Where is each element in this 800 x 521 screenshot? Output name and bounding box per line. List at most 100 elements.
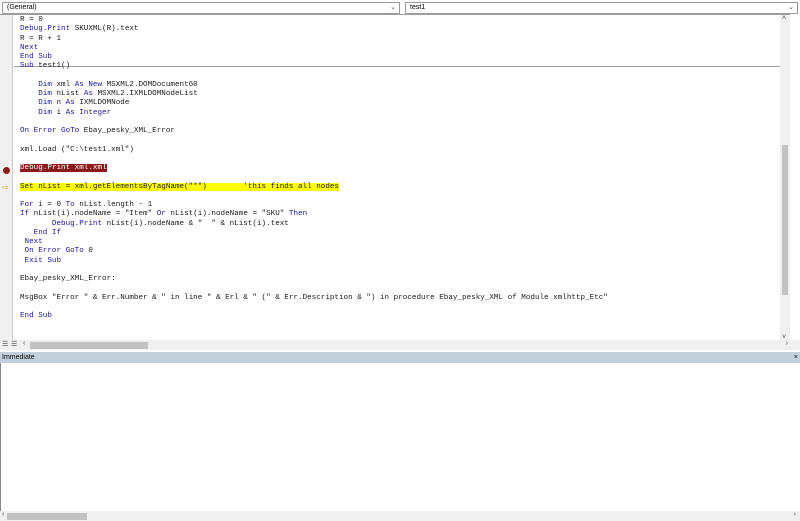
code-line[interactable]: If nList(i).nodeName = "Item" Or nList(i… — [20, 210, 608, 219]
code-token: xml — [51, 80, 75, 89]
scroll-thumb[interactable] — [7, 513, 87, 520]
code-line[interactable]: Dim n As IXMLDOMNode — [20, 99, 608, 108]
chevron-down-icon[interactable]: ⌄ — [788, 3, 794, 13]
code-line[interactable]: End Sub — [20, 53, 608, 62]
keyword-token: End Sub — [20, 53, 52, 61]
code-token: Debug.Print xml.xml — [20, 164, 107, 172]
keyword-token: Or — [156, 210, 166, 219]
keyword-token: Next — [20, 238, 43, 246]
keyword-token: As Integer — [65, 108, 112, 117]
keyword-token: End Sub — [20, 312, 52, 320]
code-token: test1() — [33, 62, 71, 71]
code-line[interactable] — [20, 266, 608, 275]
procedure-combo[interactable]: test1 ⌄ — [405, 2, 798, 14]
object-combo[interactable]: (General) ⌄ — [2, 2, 400, 14]
code-line[interactable]: On Error GoTo Ebay_pesky_XML_Error — [20, 127, 608, 136]
execution-arrow-icon: ⇨ — [2, 183, 9, 192]
vertical-scrollbar[interactable]: ˄ ˅ — [780, 15, 790, 341]
immediate-horizontal-scrollbar[interactable]: ‹ › — [0, 511, 800, 521]
code-line[interactable]: End If — [20, 229, 608, 238]
code-line[interactable]: Sub test1() — [20, 62, 608, 71]
keyword-token: Debug.Print — [20, 25, 71, 34]
code-window[interactable]: ⇨ R = 0 Debug.Print SKUXML(R).text R = R +… — [0, 14, 790, 341]
code-token: nList(i).nodeName = "Item" — [29, 210, 157, 219]
code-line[interactable]: Exit Sub — [20, 257, 608, 266]
code-line[interactable]: End Sub — [20, 312, 608, 321]
code-line[interactable]: Ebay_pesky_XML_Error: — [20, 275, 608, 284]
code-line[interactable] — [20, 155, 608, 164]
code-token: nList(i).nodeName = "SKU" — [165, 210, 289, 219]
keyword-token: As — [65, 99, 75, 108]
keyword-token: As New — [74, 80, 103, 89]
code-line[interactable] — [20, 284, 608, 293]
code-line[interactable]: Debug.Print SKUXML(R).text — [20, 25, 608, 34]
object-combo-value: (General) — [7, 4, 37, 11]
code-line[interactable] — [20, 136, 608, 145]
code-token: Ebay_pesky_XML_Error: — [20, 275, 116, 283]
keyword-token: To — [65, 201, 75, 209]
code-token: MsgBox "Error " & Err.Number & " in line… — [20, 293, 608, 302]
scroll-thumb[interactable] — [30, 342, 148, 349]
procedure-combo-value: test1 — [410, 4, 426, 11]
immediate-pane-title: Immediate × — [0, 352, 800, 363]
code-line[interactable]: Next — [20, 238, 608, 247]
code-horizontal-scrollbar[interactable]: ☰ ☰ ‹ › — [0, 340, 800, 350]
code-line[interactable] — [20, 173, 608, 182]
code-line[interactable]: Next — [20, 44, 608, 53]
code-token: xml.Load ("C:\test1.xml") — [20, 145, 134, 154]
code-token: Set nList = xml.getElementsByTagName("*"… — [20, 182, 339, 191]
code-editor[interactable]: R = 0 Debug.Print SKUXML(R).text R = R + 1… — [20, 16, 608, 321]
keyword-token: Next — [20, 43, 39, 52]
keyword-token: If — [20, 210, 30, 219]
keyword-token: Sub — [20, 62, 34, 71]
scroll-right-icon[interactable]: › — [794, 511, 796, 518]
keyword-token: Dim — [20, 80, 52, 89]
keyword-token: For — [20, 201, 34, 209]
code-line[interactable]: Dim i As Integer — [20, 109, 608, 118]
procedure-view-icon[interactable]: ☰ — [2, 340, 8, 348]
immediate-window[interactable] — [0, 363, 800, 511]
code-line[interactable] — [20, 303, 608, 312]
keyword-token: Dim — [20, 99, 52, 108]
keyword-token: As — [83, 90, 93, 98]
code-token: MSXML2.IXMLDOMNodeList — [92, 90, 198, 98]
code-token: R = R + 1 — [20, 34, 62, 43]
chevron-down-icon[interactable]: ⌄ — [390, 3, 396, 13]
code-line[interactable]: R = 0 — [20, 16, 608, 25]
scroll-left-icon[interactable]: ‹ — [23, 340, 25, 347]
margin-indicator-bar[interactable] — [0, 15, 13, 340]
code-line[interactable] — [20, 72, 608, 81]
code-line[interactable] — [20, 118, 608, 127]
code-token: 0 — [83, 247, 93, 256]
breakpoint-icon[interactable] — [3, 167, 10, 174]
code-line[interactable]: Debug.Print xml.xml — [20, 164, 608, 173]
code-line[interactable]: For i = 0 To nList.length - 1 — [20, 201, 608, 210]
code-token: i — [51, 108, 66, 117]
keyword-token: Dim — [20, 90, 52, 98]
code-line[interactable]: Set nList = xml.getElementsByTagName("*"… — [20, 182, 608, 192]
immediate-title-label: Immediate — [2, 354, 35, 361]
code-line[interactable]: Dim xml As New MSXML2.DOMDocument60 — [20, 81, 608, 90]
code-line[interactable] — [20, 192, 608, 201]
keyword-token: Then — [288, 210, 308, 219]
scroll-up-icon[interactable]: ˄ — [782, 15, 786, 22]
code-line[interactable]: On Error GoTo 0 — [20, 247, 608, 256]
code-token: nList — [51, 90, 84, 98]
keyword-token: Debug.Print — [20, 219, 103, 228]
code-line[interactable]: Debug.Print nList(i).nodeName & " " & nL… — [20, 220, 608, 229]
keyword-token: End If — [20, 228, 62, 237]
scroll-left-icon[interactable]: ‹ — [2, 511, 4, 518]
close-icon[interactable]: × — [794, 352, 798, 363]
keyword-token: Dim — [20, 108, 52, 117]
code-token: R = 0 — [20, 16, 43, 24]
code-line[interactable]: R = R + 1 — [20, 35, 608, 44]
full-module-view-icon[interactable]: ☰ — [11, 340, 17, 348]
keyword-token: On Error GoTo — [20, 127, 80, 135]
scroll-right-icon[interactable]: › — [786, 340, 788, 347]
code-line[interactable]: xml.Load ("C:\test1.xml") — [20, 146, 608, 155]
code-token: Ebay_pesky_XML_Error — [79, 127, 175, 135]
code-line[interactable]: Dim nList As MSXML2.IXMLDOMNodeList — [20, 90, 608, 99]
code-line[interactable]: MsgBox "Error " & Err.Number & " in line… — [20, 294, 608, 303]
scroll-thumb[interactable] — [782, 145, 788, 295]
code-token: MSXML2.DOMDocument60 — [102, 80, 198, 89]
